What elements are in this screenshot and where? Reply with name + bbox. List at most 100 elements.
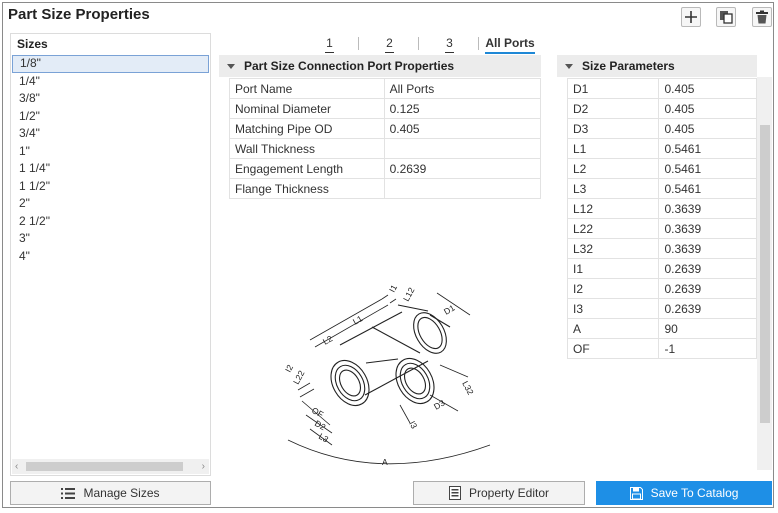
size-list-item[interactable]: 2 1/2" (11, 213, 210, 231)
plus-icon (685, 11, 697, 23)
port-property-row[interactable]: Port Name All Ports (229, 78, 542, 99)
scroll-right-arrow-icon[interactable]: › (202, 459, 205, 474)
size-list-item[interactable]: 3/4" (11, 125, 210, 143)
property-value-cell[interactable] (383, 178, 542, 199)
property-value-cell[interactable]: 90 (658, 318, 757, 339)
property-value-cell[interactable]: 0.2639 (658, 258, 757, 279)
property-value-cell[interactable]: 0.405 (658, 118, 757, 139)
scrollbar-thumb[interactable] (760, 125, 770, 423)
size-parameter-row[interactable]: I3 0.2639 (566, 298, 757, 319)
property-name-cell: Matching Pipe OD (229, 118, 385, 139)
size-list-item[interactable]: 2" (11, 195, 210, 213)
size-list-item[interactable]: 4" (11, 248, 210, 266)
size-parameter-row[interactable]: D3 0.405 (566, 118, 757, 139)
port-properties-title: Part Size Connection Port Properties (244, 59, 455, 73)
add-button[interactable] (681, 7, 701, 27)
tab-port-3[interactable]: 3 (445, 34, 454, 53)
sizes-list[interactable]: 1/8" 1/4" 3/8" 1/2" 3/4" 1" 1 1/4" 1 1/2" 2" 2 1/… (11, 55, 210, 265)
dim-label: A (382, 457, 388, 467)
property-value-cell[interactable]: 0.5461 (658, 158, 757, 179)
property-editor-label: Property Editor (468, 486, 550, 500)
size-parameter-row[interactable]: L1 0.5461 (566, 138, 757, 159)
size-parameter-row[interactable]: L22 0.3639 (566, 218, 757, 239)
size-parameter-row[interactable]: I1 0.2639 (566, 258, 757, 279)
property-editor-button[interactable]: Property Editor (413, 481, 585, 505)
size-list-item[interactable]: 3" (11, 230, 210, 248)
property-value-cell[interactable]: 0.2639 (658, 298, 757, 319)
tab-divider (418, 37, 419, 50)
size-list-item[interactable]: 1 1/2" (11, 178, 210, 196)
trash-icon (756, 10, 768, 24)
tab-port-1[interactable]: 1 (325, 34, 334, 53)
horizontal-scrollbar[interactable]: ‹ › (12, 459, 209, 474)
save-to-catalog-button[interactable]: Save To Catalog (596, 481, 772, 505)
size-parameter-row[interactable]: OF -1 (566, 338, 757, 359)
size-list-item[interactable]: 3/8" (11, 90, 210, 108)
property-value-cell[interactable]: -1 (658, 338, 757, 359)
size-parameter-row[interactable]: L32 0.3639 (566, 238, 757, 259)
size-parameter-row[interactable]: D1 0.405 (566, 78, 757, 99)
delete-button[interactable] (752, 7, 772, 27)
property-value-cell[interactable]: 0.3639 (658, 238, 757, 259)
size-parameter-row[interactable]: L12 0.3639 (566, 198, 757, 219)
size-list-item[interactable]: 1/2" (11, 108, 210, 126)
size-parameter-row[interactable]: I2 0.2639 (566, 278, 757, 299)
property-value-cell[interactable]: 0.5461 (658, 138, 757, 159)
size-parameter-row[interactable]: D2 0.405 (566, 98, 757, 119)
property-value-cell[interactable]: All Ports (383, 78, 542, 99)
tab-divider (358, 37, 359, 50)
property-value-cell[interactable]: 0.2639 (658, 278, 757, 299)
property-name-cell: A (566, 318, 660, 339)
copy-icon (720, 11, 733, 24)
property-value-cell[interactable]: 0.2639 (383, 158, 542, 179)
dim-label: L32 (460, 379, 476, 396)
property-name-cell: L22 (566, 218, 660, 239)
collapse-triangle-icon[interactable] (565, 63, 573, 69)
size-parameter-row[interactable]: L3 0.5461 (566, 178, 757, 199)
tee-fitting-diagram: I1 L12 L1 D1 L2 I2 L22 OF D2 L3 L32 D3 I… (283, 283, 491, 467)
port-property-row[interactable]: Matching Pipe OD 0.405 (229, 118, 542, 139)
size-parameters-grid: D1 0.405 D2 0.405 D3 0.405 L1 0.5461 L2 0.5461 L3 0… (566, 78, 757, 359)
property-name-cell: D3 (566, 118, 660, 139)
dim-label: D2 (313, 418, 328, 432)
vertical-scrollbar[interactable] (757, 77, 772, 470)
property-value-cell[interactable]: 0.405 (658, 78, 757, 99)
size-parameters-header[interactable]: Size Parameters (557, 55, 757, 77)
port-property-row[interactable]: Flange Thickness (229, 178, 542, 199)
manage-sizes-button[interactable]: Manage Sizes (10, 481, 211, 505)
size-parameter-row[interactable]: A 90 (566, 318, 757, 339)
port-property-row[interactable]: Nominal Diameter 0.125 (229, 98, 542, 119)
tab-divider (478, 37, 479, 50)
copy-button[interactable] (716, 7, 736, 27)
port-property-row[interactable]: Engagement Length 0.2639 (229, 158, 542, 179)
size-list-item[interactable]: 1/8" (12, 55, 209, 73)
scrollbar-thumb[interactable] (26, 462, 183, 471)
property-name-cell: I3 (566, 298, 660, 319)
property-value-cell[interactable]: 0.3639 (658, 218, 757, 239)
property-value-cell[interactable]: 0.3639 (658, 198, 757, 219)
property-name-cell: L12 (566, 198, 660, 219)
size-parameters-title: Size Parameters (582, 59, 675, 73)
dim-label: D3 (432, 398, 447, 412)
property-name-cell: I1 (566, 258, 660, 279)
property-value-cell[interactable]: 0.405 (658, 98, 757, 119)
port-properties-grid: Port Name All Ports Nominal Diameter 0.125 M… (229, 78, 542, 199)
port-property-row[interactable]: Wall Thickness (229, 138, 542, 159)
tab-port-2[interactable]: 2 (385, 34, 394, 53)
size-list-item[interactable]: 1" (11, 143, 210, 161)
size-parameter-row[interactable]: L2 0.5461 (566, 158, 757, 179)
scroll-left-arrow-icon[interactable]: ‹ (15, 459, 18, 474)
size-list-item[interactable]: 1/4" (11, 73, 210, 91)
property-name-cell: I2 (566, 278, 660, 299)
save-disk-icon (629, 486, 643, 500)
window-title: Part Size Properties (8, 6, 150, 23)
property-value-cell[interactable]: 0.5461 (658, 178, 757, 199)
property-value-cell[interactable] (383, 138, 542, 159)
tab-all-ports[interactable]: All Ports (485, 34, 535, 54)
port-properties-header[interactable]: Part Size Connection Port Properties (219, 55, 541, 77)
property-value-cell[interactable]: 0.125 (383, 98, 542, 119)
property-name-cell: Nominal Diameter (229, 98, 385, 119)
property-value-cell[interactable]: 0.405 (383, 118, 542, 139)
size-list-item[interactable]: 1 1/4" (11, 160, 210, 178)
collapse-triangle-icon[interactable] (227, 63, 235, 69)
